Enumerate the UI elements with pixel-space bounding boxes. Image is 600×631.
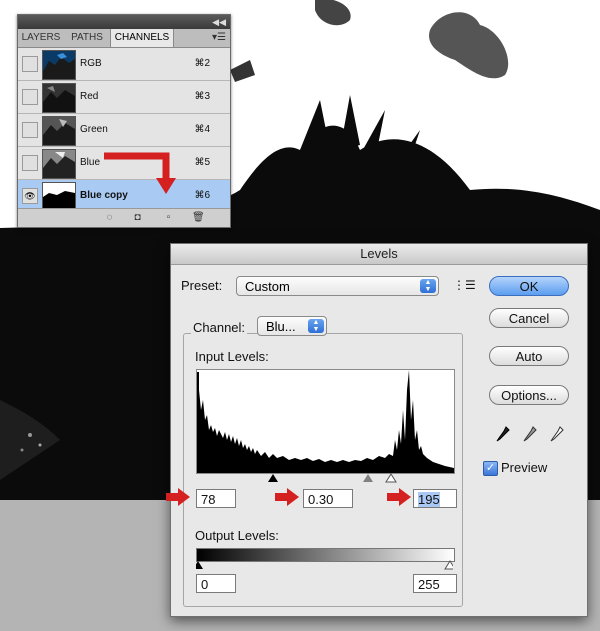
output-black-field[interactable]: 0 — [196, 574, 236, 593]
channel-name: Green — [80, 124, 108, 135]
load-selection-icon[interactable]: ◌ — [104, 212, 115, 223]
visibility-toggle[interactable] — [22, 56, 38, 72]
channel-thumbnail — [42, 50, 76, 80]
options-button[interactable]: Options... — [489, 385, 569, 405]
channel-shortcut: ⌘2 — [194, 58, 210, 69]
ok-button[interactable]: OK — [489, 276, 569, 296]
eye-icon[interactable]: 👁 — [22, 188, 38, 204]
output-white-field[interactable]: 255 — [413, 574, 457, 593]
annotation-arrow — [104, 152, 176, 194]
arrow-annotation-black — [166, 488, 190, 506]
panel-footer: ◌ ◘ ▫ 🗑 — [18, 208, 230, 227]
preset-label: Preset: — [181, 278, 223, 293]
channel-label: Channel: — [191, 320, 248, 335]
input-levels-label: Input Levels: — [195, 349, 269, 364]
preview-label: Preview — [501, 460, 548, 475]
output-black-slider — [196, 561, 203, 569]
output-slider-track[interactable] — [196, 560, 453, 570]
white-eyedropper-icon[interactable] — [550, 426, 564, 442]
visibility-toggle[interactable] — [22, 155, 38, 171]
channel-row-red[interactable]: Red ⌘3 — [18, 81, 230, 114]
dialog-title[interactable]: Levels — [171, 244, 587, 265]
input-white-field[interactable]: 195 — [413, 489, 457, 508]
preset-options-icon[interactable]: ⋮☰ — [453, 278, 476, 292]
channel-name: RGB — [80, 58, 102, 69]
input-slider-track[interactable] — [196, 472, 453, 484]
histogram — [196, 369, 455, 474]
collapse-icon[interactable]: ◀◀ — [212, 15, 226, 29]
histogram-bars — [197, 370, 454, 473]
preset-value: Custom — [245, 279, 290, 294]
auto-button[interactable]: Auto — [489, 346, 569, 366]
chevron-updown-icon: ▲ ▼ — [420, 279, 436, 293]
output-levels-label: Output Levels: — [195, 528, 279, 543]
black-point-slider — [268, 474, 278, 482]
white-point-slider — [385, 473, 397, 483]
channel-shortcut: ⌘5 — [194, 157, 210, 168]
channel-select[interactable]: Blu... ▲ ▼ — [257, 316, 327, 336]
channel-name: Blue — [80, 157, 101, 168]
channel-row-rgb[interactable]: RGB ⌘2 — [18, 48, 230, 81]
panel-tabs: LAYERS PATHS CHANNELS ▾☰ — [18, 29, 230, 48]
new-channel-icon[interactable]: ▫ — [163, 212, 174, 223]
visibility-toggle[interactable] — [22, 122, 38, 138]
input-gamma-field[interactable]: 0.30 — [303, 489, 353, 508]
channel-value: Blu... — [266, 319, 296, 334]
panel-menu-icon[interactable]: ▾☰ — [212, 29, 226, 47]
chevron-updown-icon: ▲ ▼ — [308, 319, 324, 333]
save-selection-icon[interactable]: ◘ — [132, 212, 143, 223]
input-black-field[interactable]: 78 — [196, 489, 236, 508]
arrow-annotation-white — [387, 488, 411, 506]
input-white-value: 195 — [418, 492, 440, 507]
channel-thumbnail — [42, 116, 76, 146]
arrow-annotation-gamma — [275, 488, 299, 506]
channel-name: Red — [80, 91, 99, 102]
panel-title-bar[interactable]: ◀◀ — [18, 15, 230, 29]
levels-dialog: Levels Preset: Custom ▲ ▼ ⋮☰ Channel: Blu… — [170, 243, 588, 617]
preset-select[interactable]: Custom ▲ ▼ — [236, 276, 439, 296]
output-white-slider — [444, 560, 453, 570]
tab-channels[interactable]: CHANNELS — [110, 29, 174, 47]
gamma-slider — [363, 474, 373, 482]
preview-checkbox[interactable]: ✓ — [483, 461, 498, 476]
cancel-button[interactable]: Cancel — [489, 308, 569, 328]
channel-thumbnail — [42, 149, 76, 179]
channel-shortcut: ⌘4 — [194, 124, 210, 135]
black-eyedropper-icon[interactable] — [496, 426, 510, 442]
visibility-toggle[interactable] — [22, 89, 38, 105]
tab-paths[interactable]: PATHS — [65, 29, 109, 47]
channel-thumbnail — [42, 83, 76, 113]
gray-eyedropper-icon[interactable] — [523, 426, 537, 442]
trash-icon[interactable]: 🗑 — [192, 212, 205, 223]
channel-row-green[interactable]: Green ⌘4 — [18, 114, 230, 147]
tab-layers[interactable]: LAYERS — [18, 29, 64, 47]
channel-shortcut: ⌘3 — [194, 91, 210, 102]
